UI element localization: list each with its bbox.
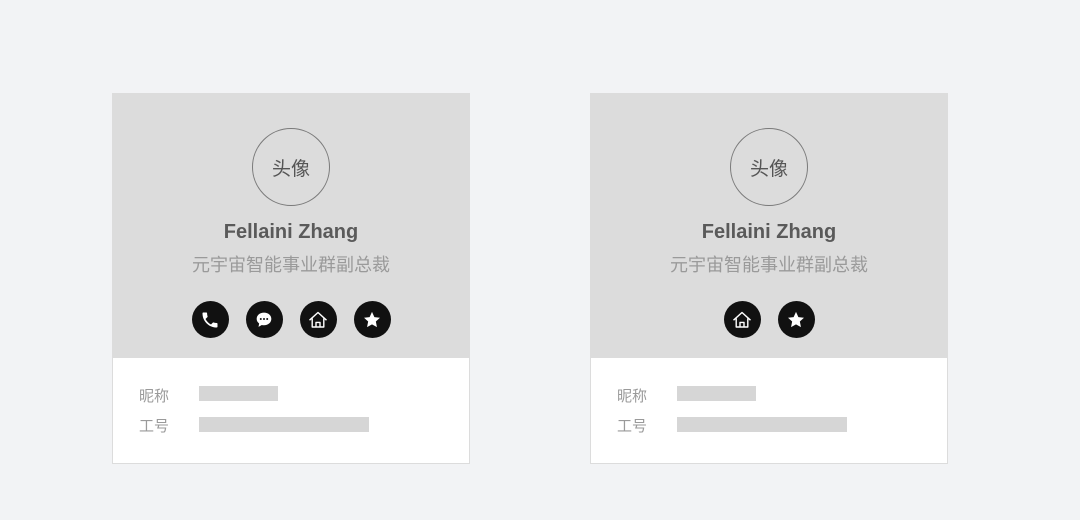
profile-details: 昵称 工号 xyxy=(113,358,469,463)
favorite-button[interactable] xyxy=(353,301,391,338)
employee-id-value-placeholder xyxy=(677,417,847,432)
nickname-value-placeholder xyxy=(199,386,278,401)
employee-id-value-placeholder xyxy=(199,417,369,432)
employee-id-label: 工号 xyxy=(617,417,648,435)
avatar: 头像 xyxy=(730,128,808,206)
action-bar xyxy=(113,301,469,338)
employee-id-label: 工号 xyxy=(139,417,170,435)
profile-title: 元宇宙智能事业群副总裁 xyxy=(192,255,390,276)
avatar: 头像 xyxy=(252,128,330,206)
phone-button[interactable] xyxy=(191,301,229,338)
profile-card-header: 头像 Fellaini Zhang 元宇宙智能事业群副总裁 xyxy=(113,94,469,358)
chat-icon xyxy=(256,312,272,327)
profile-card: 头像 Fellaini Zhang 元宇宙智能事业群副总裁 昵称 工号 xyxy=(590,93,948,464)
favorite-button[interactable] xyxy=(777,301,815,338)
profile-title: 元宇宙智能事业群副总裁 xyxy=(670,255,868,276)
home-button[interactable] xyxy=(723,301,761,338)
profile-card: 头像 Fellaini Zhang 元宇宙智能事业群副总裁 昵称 工号 xyxy=(112,93,470,464)
star-icon xyxy=(364,311,380,327)
profile-name: Fellaini Zhang xyxy=(701,221,837,243)
home-icon xyxy=(309,311,327,328)
profile-details: 昵称 工号 xyxy=(591,358,947,463)
home-button[interactable] xyxy=(299,301,337,338)
nickname-label: 昵称 xyxy=(617,387,648,405)
profile-card-header: 头像 Fellaini Zhang 元宇宙智能事业群副总裁 xyxy=(591,94,947,358)
profile-name: Fellaini Zhang xyxy=(223,221,359,243)
message-button[interactable] xyxy=(245,301,283,338)
star-icon xyxy=(788,311,804,327)
home-icon xyxy=(733,311,751,328)
phone-icon xyxy=(202,312,218,327)
nickname-value-placeholder xyxy=(677,386,756,401)
action-bar xyxy=(591,301,947,338)
nickname-label: 昵称 xyxy=(139,387,170,405)
